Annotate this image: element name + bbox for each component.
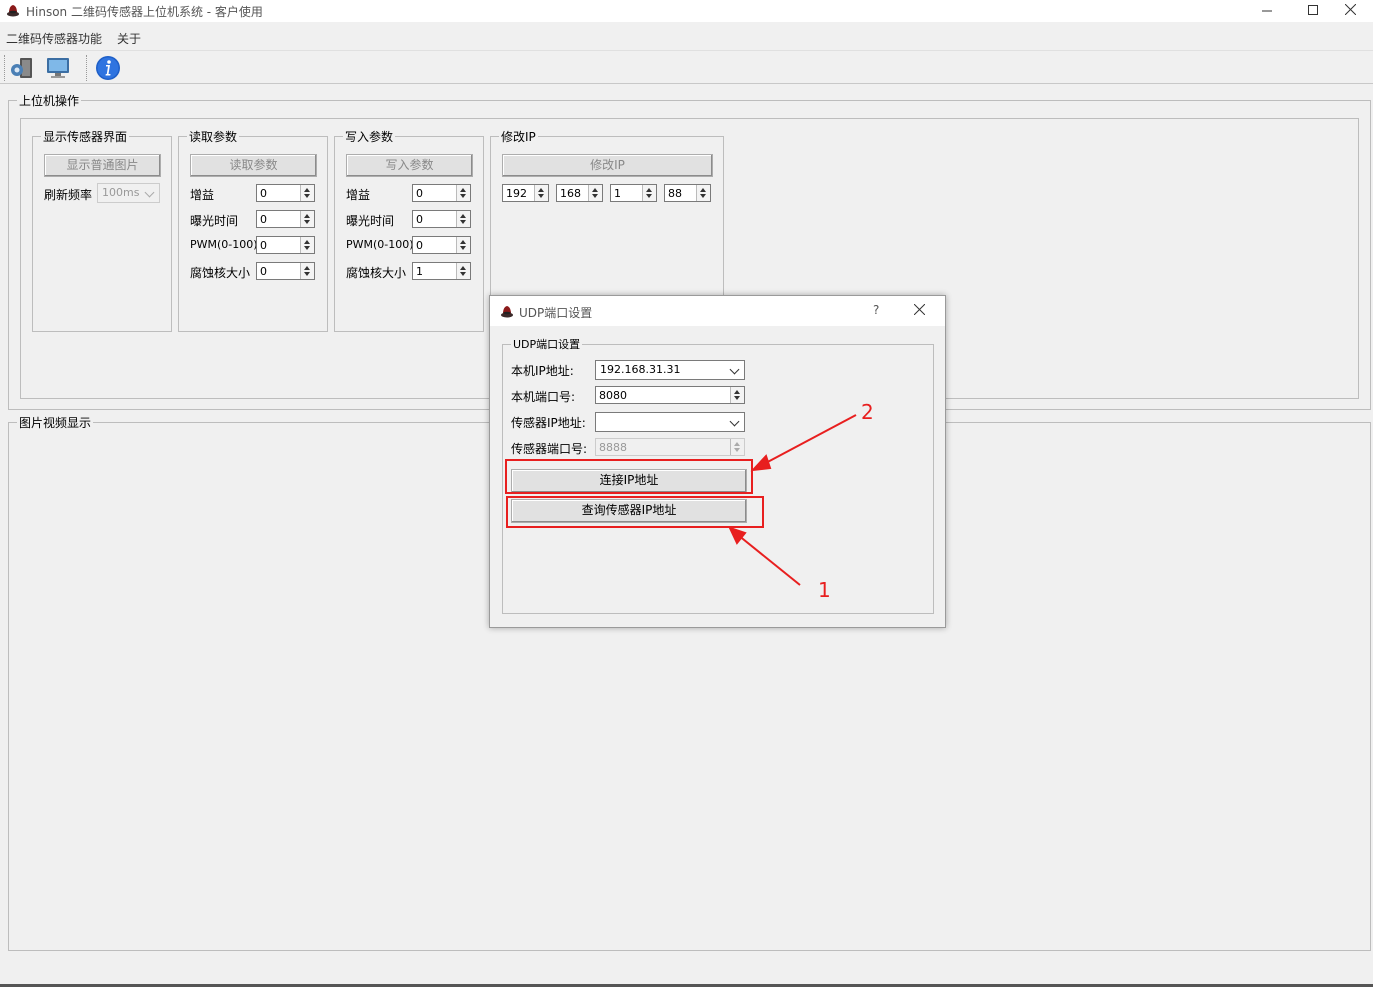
annotation-label-1: 1	[818, 578, 831, 602]
annotation-label-2: 2	[861, 400, 874, 424]
annotation-arrows	[728, 414, 857, 586]
